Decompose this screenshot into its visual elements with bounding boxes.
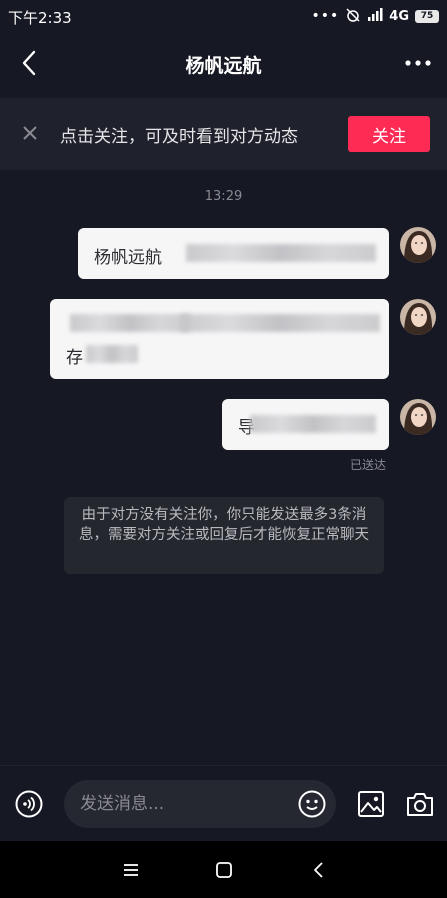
camera-icon [407, 793, 433, 816]
status-time: 下午2:33 [8, 9, 72, 27]
banner-text: 点击关注，可及时看到对方动态 [60, 127, 298, 147]
notification-dots-icon: ••• [311, 8, 340, 24]
voice-button[interactable] [14, 789, 44, 819]
page-title: 杨帆远航 [185, 55, 262, 77]
blurred-text [180, 314, 380, 332]
notice-text: 由于对方没有关注你，你只能发送最多3条消息，需要对方关注或回复后才能恢复正常聊天 [79, 507, 369, 543]
signal-icon [367, 7, 383, 25]
message-timestamp: 13:29 [204, 189, 243, 204]
message-bubble[interactable]: 存 [50, 299, 389, 379]
chat-screen: 下午2:33 ••• 4G 75 杨帆远航 点击关注，可及时看到对方动态 关注 [0, 0, 447, 898]
avatar[interactable] [400, 399, 436, 435]
system-notice: 由于对方没有关注你，你只能发送最多3条消息，需要对方关注或回复后才能恢复正常聊天 [64, 497, 384, 574]
image-button[interactable] [356, 789, 386, 819]
avatar[interactable] [400, 299, 436, 335]
message-text: 杨帆远航 [94, 248, 162, 268]
message-input-container [64, 780, 336, 828]
user-avatar-icon [400, 299, 436, 335]
delivered-status: 已送达 [349, 458, 386, 472]
blurred-text [250, 415, 376, 433]
image-icon [358, 791, 384, 817]
alarm-off-icon [345, 7, 361, 26]
blurred-text [186, 244, 376, 262]
more-dots-icon [405, 60, 431, 66]
system-back-button[interactable] [307, 858, 331, 882]
status-bar: 下午2:33 ••• 4G 75 [0, 0, 447, 32]
blurred-text [70, 314, 190, 332]
menu-icon [124, 864, 138, 876]
banner-close-button[interactable] [18, 121, 42, 145]
follow-banner: 点击关注，可及时看到对方动态 关注 [0, 98, 447, 170]
voice-icon [15, 790, 43, 818]
menu-button[interactable] [119, 858, 143, 882]
back-triangle-icon [314, 862, 323, 878]
home-button[interactable] [212, 858, 236, 882]
emoji-button[interactable] [298, 790, 326, 818]
more-button[interactable] [403, 52, 433, 74]
message-input[interactable] [80, 791, 280, 817]
avatar[interactable] [400, 227, 436, 263]
status-icons: ••• 4G 75 [311, 6, 439, 26]
message-bubble[interactable]: 导 [222, 399, 389, 450]
nav-bar: 杨帆远航 [0, 32, 447, 94]
battery-icon: 75 [415, 9, 439, 23]
emoji-icon [298, 790, 326, 818]
system-nav-bar [0, 841, 447, 898]
home-icon [216, 862, 232, 878]
message-bubble[interactable]: 杨帆远航 [78, 228, 389, 279]
follow-button[interactable]: 关注 [348, 116, 430, 152]
blurred-text [86, 345, 138, 363]
user-avatar-icon [400, 227, 436, 263]
camera-button[interactable] [405, 789, 435, 819]
network-type: 4G [389, 8, 409, 24]
close-icon [23, 126, 37, 140]
user-avatar-icon [400, 399, 436, 435]
input-bar [0, 765, 447, 842]
message-line-start: 存 [66, 348, 83, 368]
